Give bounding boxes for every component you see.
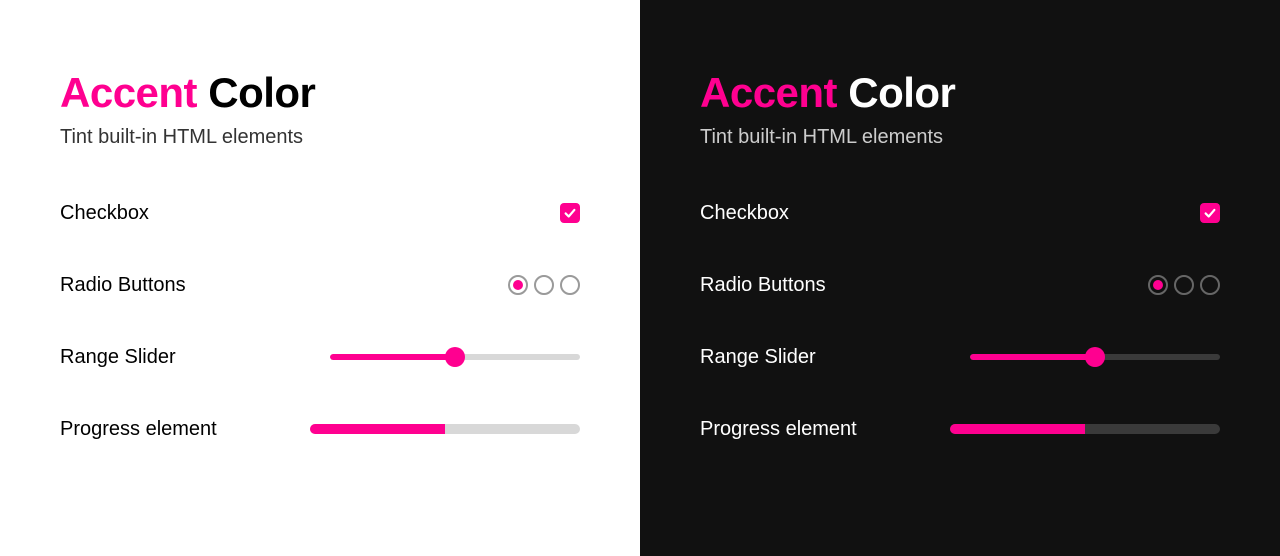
checkbox-row: Checkbox [700, 199, 1220, 227]
progress-element [950, 424, 1220, 434]
subtitle: Tint built-in HTML elements [60, 126, 580, 149]
range-label: Range Slider [700, 346, 816, 369]
checkbox-input[interactable] [1200, 203, 1220, 223]
radio-option-2[interactable] [1174, 275, 1194, 295]
radio-group [1148, 275, 1220, 295]
progress-row: Progress element [60, 415, 580, 443]
progress-label: Progress element [700, 418, 857, 441]
check-icon [1203, 206, 1217, 220]
progress-row: Progress element [700, 415, 1220, 443]
radio-option-1[interactable] [508, 275, 528, 295]
radio-label: Radio Buttons [60, 274, 186, 297]
range-slider[interactable] [970, 347, 1220, 367]
progress-fill [950, 424, 1085, 434]
radio-row: Radio Buttons [700, 271, 1220, 299]
radio-group [508, 275, 580, 295]
panel-light: Accent Color Tint built-in HTML elements… [0, 0, 640, 556]
progress-element [310, 424, 580, 434]
range-row: Range Slider [700, 343, 1220, 371]
checkbox-control [560, 203, 580, 223]
progress-control [950, 424, 1220, 434]
page-title: Accent Color [60, 70, 580, 116]
checkbox-control [1200, 203, 1220, 223]
checkbox-label: Checkbox [700, 202, 789, 225]
checkbox-label: Checkbox [60, 202, 149, 225]
radio-option-1[interactable] [1148, 275, 1168, 295]
slider-fill [330, 354, 455, 360]
range-row: Range Slider [60, 343, 580, 371]
radio-option-2[interactable] [534, 275, 554, 295]
range-slider[interactable] [330, 347, 580, 367]
progress-control [310, 424, 580, 434]
page-title: Accent Color [700, 70, 1220, 116]
slider-thumb[interactable] [445, 347, 465, 367]
slider-fill [970, 354, 1095, 360]
range-control [970, 347, 1220, 367]
title-color-word: Color [208, 69, 315, 116]
checkbox-input[interactable] [560, 203, 580, 223]
checkbox-row: Checkbox [60, 199, 580, 227]
progress-label: Progress element [60, 418, 217, 441]
radio-row: Radio Buttons [60, 271, 580, 299]
title-accent-word: Accent [700, 69, 837, 116]
radio-label: Radio Buttons [700, 274, 826, 297]
slider-thumb[interactable] [1085, 347, 1105, 367]
range-control [330, 347, 580, 367]
title-accent-word: Accent [60, 69, 197, 116]
progress-fill [310, 424, 445, 434]
radio-option-3[interactable] [1200, 275, 1220, 295]
panel-dark: Accent Color Tint built-in HTML elements… [640, 0, 1280, 556]
subtitle: Tint built-in HTML elements [700, 126, 1220, 149]
check-icon [563, 206, 577, 220]
radio-option-3[interactable] [560, 275, 580, 295]
range-label: Range Slider [60, 346, 176, 369]
title-color-word: Color [848, 69, 955, 116]
